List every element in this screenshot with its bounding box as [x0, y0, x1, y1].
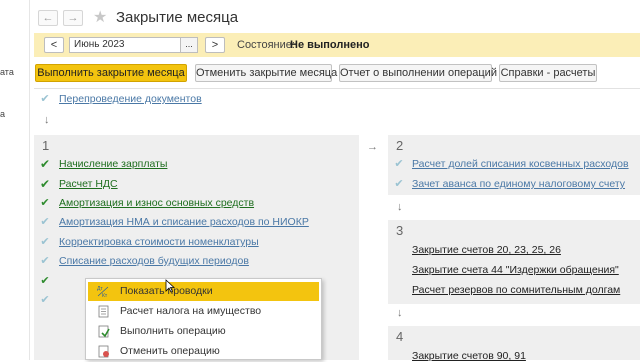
chevron-right-icon: >	[211, 39, 219, 51]
check-icon: ✔	[40, 177, 51, 191]
check-icon: ✔	[394, 178, 404, 190]
previous-period-button[interactable]: <	[44, 37, 64, 53]
check-icon: ✔	[394, 158, 404, 170]
title-bar: ← → ★ Закрытие месяца	[30, 0, 640, 33]
stage-number: 3	[396, 223, 404, 238]
back-button[interactable]: ←	[38, 10, 58, 26]
operations-report-button[interactable]: Отчет о выполнении операций	[339, 64, 497, 82]
stage-item-link[interactable]: Амортизация и износ основных средств	[59, 197, 254, 209]
svg-text:Дт: Дт	[97, 286, 103, 292]
menu-item-label: Выполнить операцию	[120, 325, 226, 337]
stage-item-link[interactable]: Амортизация НМА и списание расходов по Н…	[59, 216, 309, 228]
svg-text:Кт: Кт	[102, 293, 108, 298]
check-icon: ✔	[40, 93, 50, 105]
menu-item-property-tax[interactable]: Расчет налога на имущество	[88, 302, 319, 321]
mouse-pointer-icon	[165, 279, 175, 293]
cancel-month-closing-button[interactable]: Отменить закрытие месяца	[195, 64, 337, 82]
dt-kt-icon: Дт Кт	[97, 286, 109, 298]
document-icon	[98, 305, 109, 318]
ellipsis-icon: ...	[185, 39, 193, 49]
check-icon: ✔	[40, 216, 50, 228]
left-side-panel: ата а	[0, 0, 30, 360]
run-month-closing-button[interactable]: Выполнить закрытие месяца	[35, 64, 187, 82]
check-icon: ✔	[40, 197, 50, 209]
references-calculations-button[interactable]: Справки - расчеты	[499, 64, 597, 82]
check-icon: ✔	[40, 236, 50, 248]
repost-documents-link[interactable]: Перепроведение документов	[59, 93, 202, 105]
arrow-down-icon: ↓	[397, 307, 403, 319]
favorite-star-icon[interactable]: ★	[93, 7, 107, 27]
run-document-icon	[98, 325, 110, 338]
chevron-left-icon: <	[50, 39, 58, 51]
stage-item-link[interactable]: Расчет долей списания косвенных расходов	[412, 158, 629, 170]
stage-item-link[interactable]: Начисление зарплаты	[59, 158, 167, 170]
menu-item-cancel-operation[interactable]: Отменить операцию	[88, 342, 319, 361]
stage-item-link[interactable]: Закрытие счета 44 "Издержки обращения"	[412, 264, 619, 276]
arrow-right-icon: →	[367, 141, 378, 153]
menu-item-show-postings[interactable]: Дт Кт Показать проводки	[88, 282, 319, 301]
next-period-button[interactable]: >	[205, 37, 225, 53]
stage-item-link[interactable]: Закрытие счетов 90, 91	[412, 350, 526, 362]
stage-number: 1	[42, 138, 50, 153]
menu-item-label: Расчет налога на имущество	[120, 305, 262, 317]
stage-item-link[interactable]: Закрытие счетов 20, 23, 25, 26	[412, 244, 561, 256]
stage-item-link[interactable]: Расчет НДС	[59, 178, 118, 190]
left-panel-label: ата	[0, 67, 14, 77]
stage-number: 4	[396, 329, 404, 344]
arrow-right-icon: →	[67, 12, 79, 24]
menu-item-run-operation[interactable]: Выполнить операцию	[88, 322, 319, 341]
check-icon: ✔	[40, 275, 50, 287]
arrow-left-icon: ←	[42, 12, 54, 24]
period-field[interactable]: Июнь 2023	[69, 37, 198, 53]
check-icon: ✔	[40, 255, 50, 267]
state-value: Не выполнено	[290, 39, 370, 51]
stage-item-link[interactable]: Корректировка стоимости номенклатуры	[59, 236, 259, 248]
left-panel-label: а	[0, 109, 6, 119]
period-bar: < Июнь 2023 ... > Состояние: Не выполнен…	[34, 33, 640, 57]
cancel-document-icon	[98, 345, 109, 358]
stage-item-link[interactable]: Зачет аванса по единому налоговому счету	[412, 178, 625, 190]
check-icon: ✔	[40, 157, 51, 171]
stage-item-link[interactable]: Расчет резервов по сомнительным долгам	[412, 284, 620, 296]
divider	[34, 88, 640, 89]
stage-item-link[interactable]: Списание расходов будущих периодов	[59, 255, 249, 267]
period-picker-button[interactable]: ...	[180, 37, 198, 53]
forward-button[interactable]: →	[63, 10, 83, 26]
state-label: Состояние:	[237, 39, 295, 51]
period-value: Июнь 2023	[74, 39, 125, 50]
stage-number: 2	[396, 138, 404, 153]
month-closing-form: ← → ★ Закрытие месяца < Июнь 2023 ... > …	[30, 0, 640, 362]
menu-item-label: Отменить операцию	[120, 345, 220, 357]
page-title: Закрытие месяца	[116, 9, 239, 26]
arrow-down-icon: ↓	[44, 114, 50, 126]
context-menu: Дт Кт Показать проводки Расчет налога на…	[85, 278, 322, 360]
check-icon: ✔	[40, 294, 50, 306]
arrow-down-icon: ↓	[397, 201, 403, 213]
